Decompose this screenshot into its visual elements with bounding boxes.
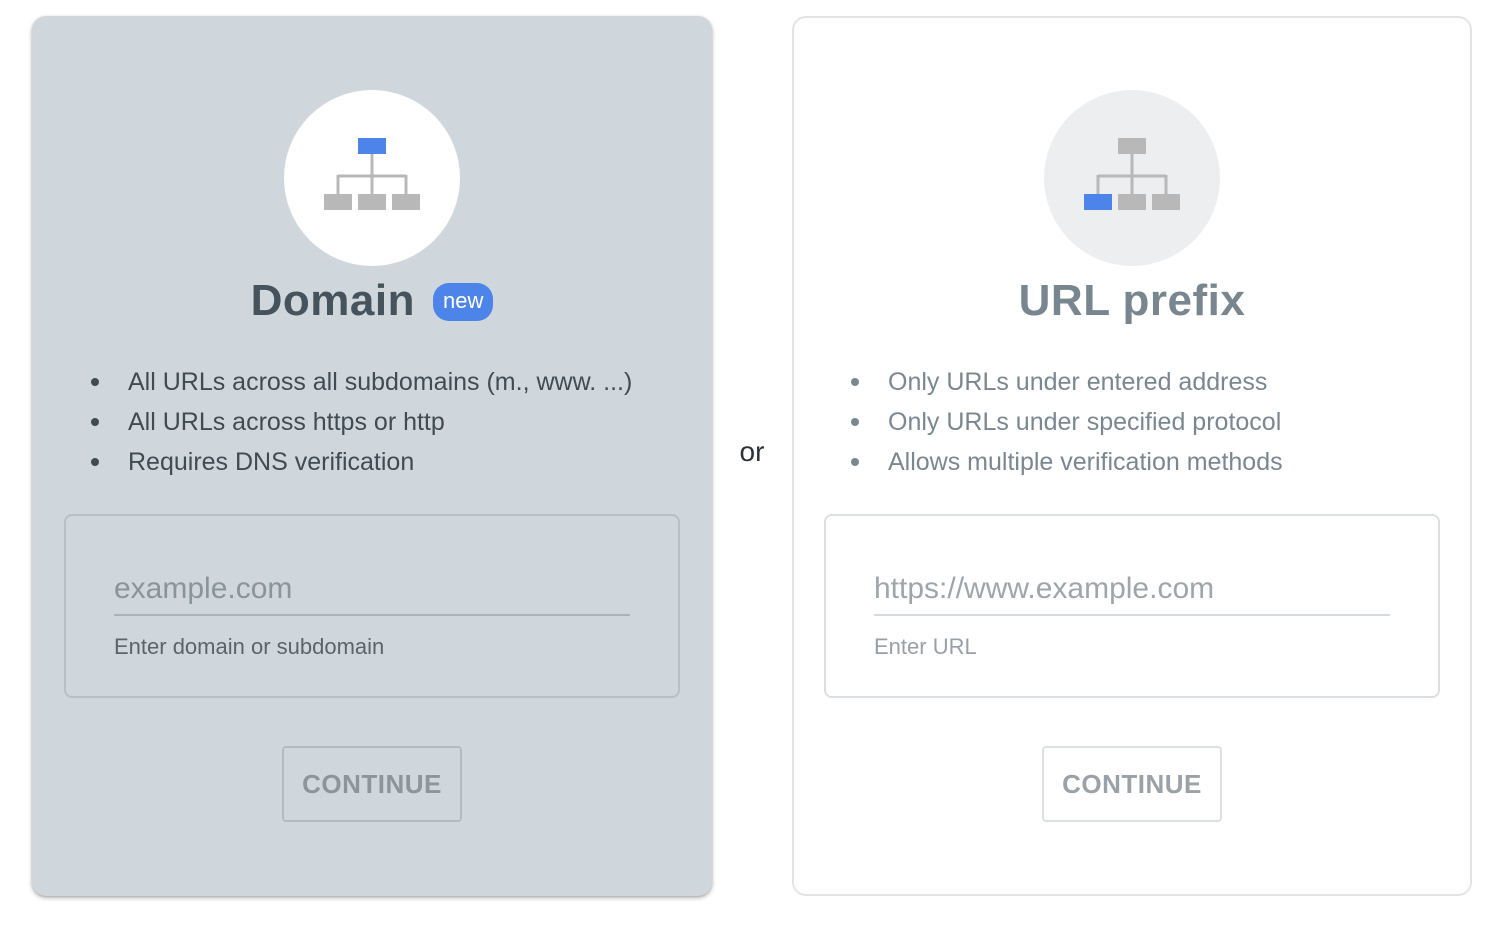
url-helper-text: Enter URL [874, 634, 977, 659]
domain-feature-item: All URLs across all subdomains (m., www.… [88, 362, 632, 402]
domain-feature-item: Requires DNS verification [88, 442, 632, 482]
new-badge: new [433, 283, 494, 321]
property-type-selector: Domain new All URLs across all subdomain… [0, 0, 1510, 926]
sitemap-icon [324, 138, 420, 210]
domain-input[interactable] [114, 564, 630, 616]
url-prefix-feature-list: Only URLs under entered address Only URL… [848, 362, 1283, 482]
domain-input-box: Enter domain or subdomain [64, 514, 680, 698]
domain-title: Domain [250, 276, 415, 325]
domain-title-row: Domain new [32, 274, 712, 328]
url-prefix-input-box: Enter URL [824, 514, 1440, 698]
url-prefix-title: URL prefix [1018, 276, 1246, 325]
url-prefix-icon-circle [1044, 90, 1220, 266]
url-prefix-title-row: URL prefix [794, 274, 1470, 328]
domain-feature-item: All URLs across https or http [88, 402, 632, 442]
url-prefix-card[interactable]: URL prefix Only URLs under entered addre… [792, 16, 1472, 896]
url-prefix-feature-item: Allows multiple verification methods [848, 442, 1283, 482]
url-input[interactable] [874, 564, 1390, 616]
domain-helper-text: Enter domain or subdomain [114, 634, 385, 659]
sitemap-icon [1084, 138, 1180, 210]
url-prefix-feature-item: Only URLs under entered address [848, 362, 1283, 402]
url-prefix-feature-item: Only URLs under specified protocol [848, 402, 1283, 442]
domain-icon-circle [284, 90, 460, 266]
url-prefix-continue-button[interactable]: CONTINUE [1042, 746, 1222, 822]
domain-card[interactable]: Domain new All URLs across all subdomain… [32, 16, 712, 896]
domain-continue-button[interactable]: CONTINUE [282, 746, 462, 822]
domain-feature-list: All URLs across all subdomains (m., www.… [88, 362, 632, 482]
or-separator: or [739, 436, 765, 467]
